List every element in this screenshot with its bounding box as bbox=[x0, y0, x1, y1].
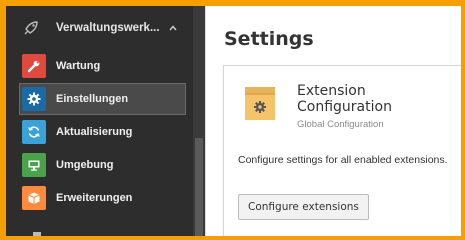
folder-gear-icon bbox=[244, 84, 276, 122]
gear-icon bbox=[22, 87, 46, 111]
sidebar-item-erweiterungen[interactable]: Erweiterungen bbox=[19, 182, 186, 214]
app-window: Verwaltungswerk... Wartung Einstellungen… bbox=[6, 6, 461, 236]
card-description: Configure settings for all enabled exten… bbox=[238, 154, 448, 166]
sidebar: Verwaltungswerk... Wartung Einstellungen… bbox=[6, 6, 205, 236]
monitor-icon bbox=[22, 153, 46, 177]
sidebar-item-einstellungen[interactable]: Einstellungen bbox=[19, 83, 186, 115]
refresh-icon bbox=[22, 120, 46, 144]
scrollbar-thumb[interactable] bbox=[195, 138, 203, 236]
chevron-up-icon bbox=[168, 23, 178, 33]
sidebar-item-aktualisierung[interactable]: Aktualisierung bbox=[19, 116, 186, 148]
wrench-icon bbox=[22, 54, 46, 78]
sidebar-group-label: Verwaltungswerk... bbox=[56, 22, 160, 34]
sidebar-group-admin-tools[interactable]: Verwaltungswerk... bbox=[6, 6, 205, 50]
sidebar-item-wartung[interactable]: Wartung bbox=[19, 50, 186, 82]
card-subtitle: Global Configuration bbox=[297, 119, 384, 130]
sidebar-item-label: Einstellungen bbox=[56, 93, 129, 105]
sidebar-scrollbar[interactable] bbox=[193, 6, 205, 236]
sidebar-item-umgebung[interactable]: Umgebung bbox=[19, 149, 186, 181]
sidebar-item-label: Wartung bbox=[56, 60, 101, 72]
rocket-icon bbox=[23, 20, 39, 36]
extension-configuration-card: Extension Configuration Global Configura… bbox=[223, 65, 461, 236]
page-title: Settings bbox=[224, 28, 314, 50]
configure-extensions-button[interactable]: Configure extensions bbox=[238, 194, 369, 220]
next-item-icon bbox=[33, 232, 41, 236]
main-content: Settings Extension Configuration Global … bbox=[205, 6, 461, 236]
box-icon bbox=[22, 186, 46, 210]
sidebar-item-label: Aktualisierung bbox=[56, 126, 133, 138]
card-title: Extension Configuration bbox=[297, 83, 392, 115]
sidebar-item-label: Umgebung bbox=[56, 159, 114, 171]
sidebar-item-label: Erweiterungen bbox=[56, 192, 133, 204]
